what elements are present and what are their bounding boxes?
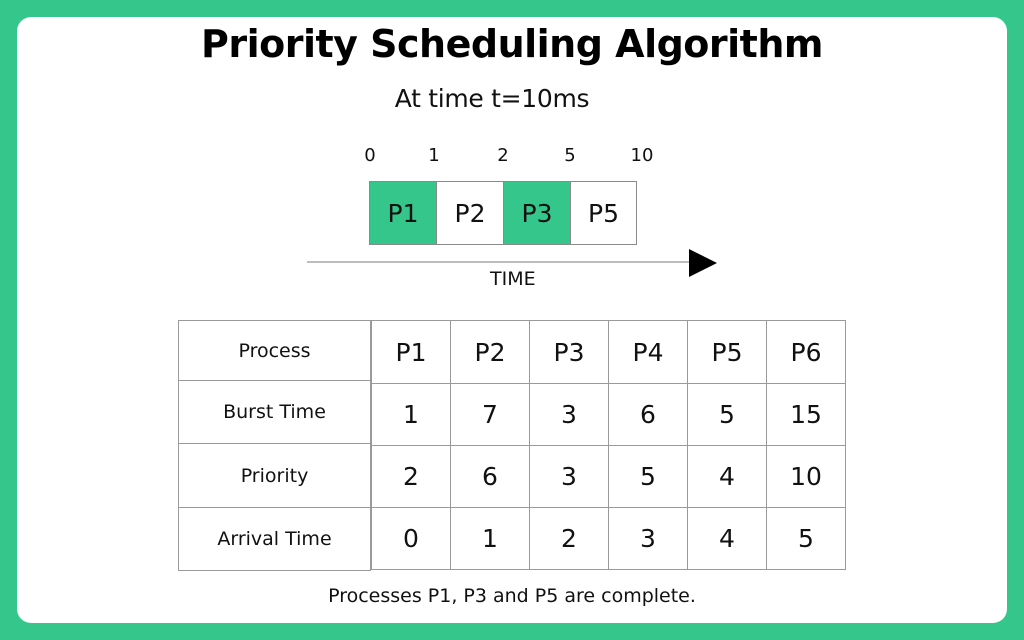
table-cell-priority: 3 [529,445,609,508]
table-header-cell: P3 [529,320,609,384]
table-header-cell: P2 [450,320,530,384]
table-cell-arrival: 2 [529,507,609,570]
table-cell-priority: 6 [450,445,530,508]
time-axis-line [307,261,692,263]
table-cell-burst: 6 [608,383,688,446]
table-cell-priority: 10 [766,445,846,508]
gantt-block-p5: P5 [570,181,637,245]
table-cell-burst: 5 [687,383,767,446]
table-cell-burst: 1 [371,383,451,446]
table-cell-priority: 4 [687,445,767,508]
table-cell-arrival: 1 [450,507,530,570]
table-cell-burst: 7 [450,383,530,446]
table-cell-priority: 5 [608,445,688,508]
gantt-tick-label: 10 [630,145,654,166]
table-row-label-arrival-time: Arrival Time [178,507,371,571]
table-cell-burst: 15 [766,383,846,446]
gantt-block-p3: P3 [503,181,571,245]
table-cell-priority: 2 [371,445,451,508]
right-arrow-icon [689,249,717,277]
table-row-label-process: Process [178,320,371,381]
gantt-block-p1: P1 [369,181,437,245]
table-row-label-priority: Priority [178,443,371,508]
table-cell-arrival: 0 [371,507,451,570]
gantt-block-p2: P2 [436,181,504,245]
gantt-tick-label: 2 [497,145,509,166]
time-axis-label: TIME [490,268,536,290]
completion-note: Processes P1, P3 and P5 are complete. [328,585,696,607]
diagram-title: Priority Scheduling Algorithm [201,22,823,66]
table-cell-arrival: 5 [766,507,846,570]
table-cell-arrival: 3 [608,507,688,570]
diagram-subtitle: At time t=10ms [394,84,590,113]
table-cell-burst: 3 [529,383,609,446]
table-header-cell: P4 [608,320,688,384]
gantt-tick-label: 0 [364,145,376,166]
table-header-cell: P6 [766,320,846,384]
table-cell-arrival: 4 [687,507,767,570]
table-row-label-burst-time: Burst Time [178,380,371,444]
table-header-cell: P5 [687,320,767,384]
gantt-tick-label: 1 [428,145,440,166]
table-header-cell: P1 [371,320,451,384]
gantt-tick-label: 5 [564,145,576,166]
